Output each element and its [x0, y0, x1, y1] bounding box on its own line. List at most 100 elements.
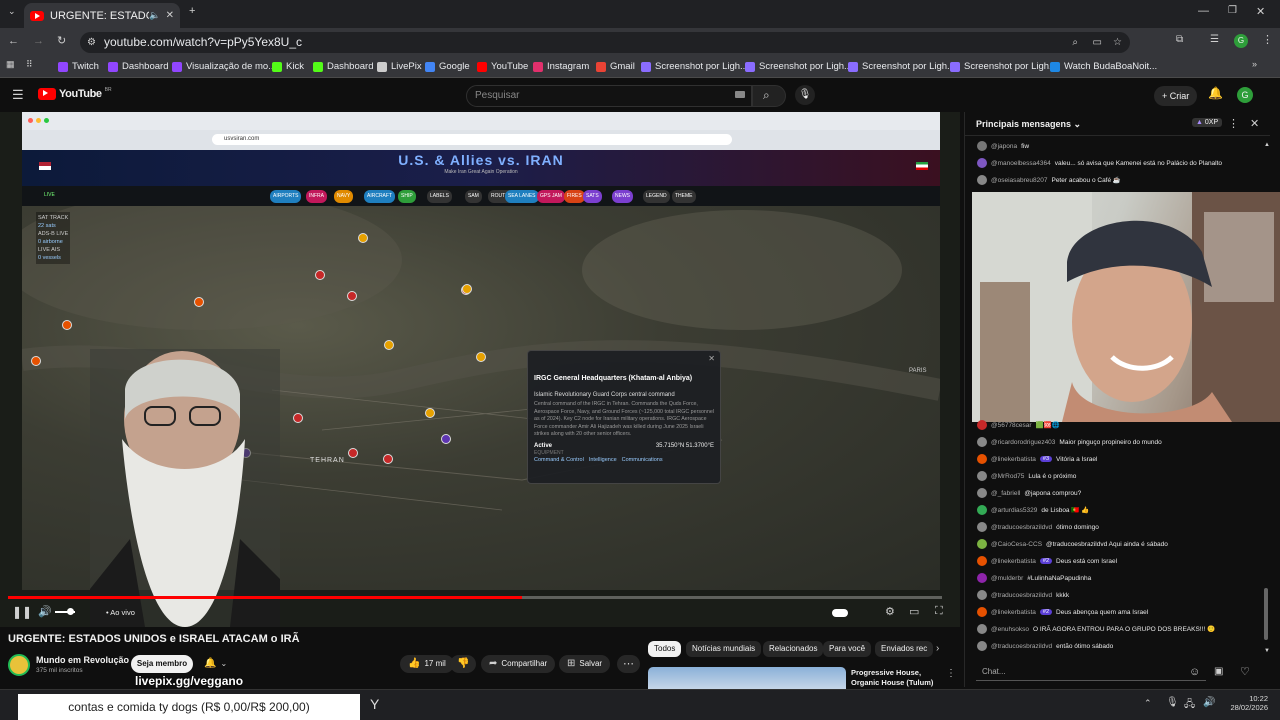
progress-bar[interactable]	[8, 596, 942, 599]
map-marker[interactable]	[441, 434, 451, 444]
filter-chip[interactable]: Para você	[823, 641, 872, 657]
browser-menu-icon[interactable]: ⋮	[1262, 33, 1273, 46]
back-icon[interactable]: ←	[8, 35, 19, 47]
chat-message[interactable]: @oseiasabreu8207 Peter acabou o Café ☕	[977, 175, 1121, 185]
chat-avatar[interactable]	[977, 539, 987, 549]
filter-chip[interactable]: Todos	[648, 641, 682, 657]
super-chat-icon[interactable]: ▣	[1214, 666, 1223, 677]
chat-author[interactable]: @CaioCesa-CCS	[991, 541, 1042, 548]
map-marker[interactable]	[347, 291, 357, 301]
chat-author[interactable]: @linekerbatista	[991, 456, 1036, 463]
more-bookmarks-icon[interactable]: »	[1252, 59, 1257, 69]
chat-author[interactable]: @traducoesbrazildvd	[991, 524, 1052, 531]
cast-icon[interactable]: ▭	[1093, 32, 1102, 53]
bookmark-item[interactable]: Instagram	[533, 61, 589, 72]
chat-message[interactable]: @traducoesbrazildvd então ótimo sábado	[977, 641, 1113, 651]
map-marker[interactable]	[194, 297, 204, 307]
channel-avatar[interactable]	[8, 654, 30, 676]
map-marker[interactable]	[62, 320, 72, 330]
filter-chip[interactable]: Notícias mundiais	[686, 641, 762, 657]
filter-chip[interactable]: Relacionados	[763, 641, 824, 657]
volume-slider-handle[interactable]	[67, 608, 74, 615]
map-marker[interactable]	[425, 408, 435, 418]
chat-author[interactable]: @linekerbatista	[991, 609, 1036, 616]
map-layer-toggle[interactable]: FIRES	[564, 190, 585, 203]
chat-author[interactable]: @japona	[991, 143, 1017, 150]
bookmark-item[interactable]: Screenshot por Ligh...	[848, 61, 955, 72]
reload-icon[interactable]: ↻	[57, 34, 66, 47]
search-input[interactable]: Pesquisar	[466, 85, 752, 107]
maximize-icon[interactable]: ❐	[1228, 5, 1237, 16]
zoom-icon[interactable]: ⌕	[1072, 32, 1078, 53]
chat-author[interactable]: @enuhsokso	[991, 626, 1029, 633]
map-layer-toggle[interactable]: INFRA	[306, 190, 327, 203]
chat-author[interactable]: @mulderbr	[991, 575, 1023, 582]
bookmark-item[interactable]: YouTube	[477, 61, 528, 72]
map-layer-toggle[interactable]: THEME	[672, 190, 696, 203]
notify-button[interactable]: 🔔 ⌄	[198, 655, 233, 673]
fullscreen-icon[interactable]: ⛶	[935, 605, 943, 618]
chat-message[interactable]: @_fabriell @japona comprou?	[977, 488, 1081, 498]
tab-search-icon[interactable]: ⌄	[8, 6, 16, 17]
minimize-icon[interactable]: —	[1198, 5, 1209, 17]
chat-author[interactable]: @oseiasabreu8207	[991, 177, 1047, 184]
chat-message[interactable]: @MrRod75 Lula é o próximo	[977, 471, 1076, 481]
chat-avatar[interactable]	[977, 158, 987, 168]
map-marker[interactable]	[476, 352, 486, 362]
chat-avatar[interactable]	[977, 590, 987, 600]
popup-close-icon[interactable]: ✕	[708, 354, 715, 363]
map-layer-toggle[interactable]: AIRCRAFT	[364, 190, 395, 203]
chat-avatar[interactable]	[977, 624, 987, 634]
autoplay-toggle[interactable]	[832, 609, 848, 617]
browser-tab[interactable]: URGENTE: ESTADOS UNIDOS 🔈 ✕	[24, 3, 180, 28]
chat-message[interactable]: @arturdias5329 de Lisboa 🇵🇹 👍	[977, 505, 1089, 515]
chat-message[interactable]: @traducoesbrazildvd ótimo domingo	[977, 522, 1099, 532]
keyboard-icon[interactable]	[735, 91, 745, 98]
map-marker[interactable]	[383, 454, 393, 464]
taskbar-clock[interactable]: 10:22 28/02/2026	[1218, 694, 1268, 712]
bookmark-item[interactable]: Screenshot por Ligh...	[641, 61, 748, 72]
chat-avatar[interactable]	[977, 556, 987, 566]
window-close-icon[interactable]: ✕	[1256, 5, 1265, 18]
chat-avatar[interactable]	[977, 437, 987, 447]
chat-avatar[interactable]	[977, 573, 987, 583]
chat-avatar[interactable]	[977, 607, 987, 617]
chat-message[interactable]: @linekerbatista #2 Deus abençoa quem ama I…	[977, 607, 1148, 617]
bookmark-item[interactable]: Gmail	[596, 61, 635, 72]
chat-message[interactable]: @enuhsokso O IRÃ AGORA ENTROU PARA O GRUP…	[977, 624, 1215, 634]
tab-mute-icon[interactable]: 🔈	[149, 10, 160, 21]
chat-avatar[interactable]	[977, 141, 987, 151]
map-layer-toggle[interactable]: SAM	[465, 190, 482, 203]
map-marker[interactable]	[31, 356, 41, 366]
chat-avatar[interactable]	[977, 175, 987, 185]
bookmark-item[interactable]: Dashboard	[313, 61, 373, 72]
chat-avatar[interactable]	[977, 505, 987, 515]
map-marker[interactable]	[293, 413, 303, 423]
chat-scroll-up-icon[interactable]: ▲	[1264, 142, 1270, 148]
map-layer-toggle[interactable]: NEWS	[612, 190, 633, 203]
volume-icon[interactable]: 🔊	[38, 605, 52, 618]
save-button[interactable]: ⊞ Salvar	[559, 655, 611, 673]
chat-message[interactable]: @56778cesar 🟩🆘🌐	[977, 420, 1064, 430]
tab-close-icon[interactable]: ✕	[166, 10, 174, 21]
chat-avatar[interactable]	[977, 641, 987, 651]
grid-icon[interactable]: ⠿	[26, 59, 33, 70]
chat-message[interactable]: @mulderbr #LulinhaNaPapudinha	[977, 573, 1091, 583]
map-marker[interactable]	[348, 448, 358, 458]
chat-message[interactable]: @japona fiw	[977, 141, 1029, 151]
bookmark-item[interactable]: Visualização de mo...	[172, 61, 276, 72]
extensions-icon[interactable]: ⧉	[1176, 34, 1183, 45]
taskbar-app-icon[interactable]: Y	[370, 696, 379, 712]
filter-chip[interactable]: Enviados rec	[875, 641, 934, 657]
chat-avatar[interactable]	[977, 488, 987, 498]
map-marker[interactable]	[462, 284, 472, 294]
dislike-button[interactable]: 👎	[450, 655, 477, 673]
like-button[interactable]: 👍 17 mil	[400, 655, 454, 673]
related-video-title[interactable]: Progressive House, Organic House (Tulum)	[851, 668, 939, 688]
address-bar[interactable]: ⚙ youtube.com/watch?v=pPy5Yex8U_c ⌕ ▭ ☆	[80, 32, 1130, 53]
chat-author[interactable]: @manoelbessa4364	[991, 160, 1051, 167]
bookmark-item[interactable]: Kick	[272, 61, 304, 72]
bookmark-item[interactable]: Watch BudaBoaNoit...	[1050, 61, 1157, 72]
bookmark-item[interactable]: Google	[425, 61, 470, 72]
chat-avatar[interactable]	[977, 420, 987, 430]
